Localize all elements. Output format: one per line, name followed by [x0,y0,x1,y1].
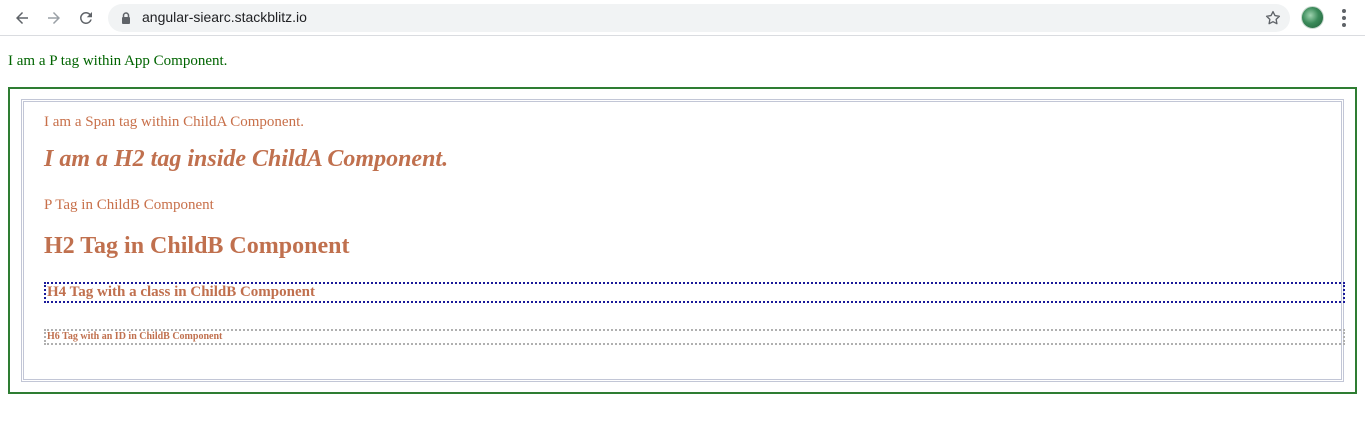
childa-heading: I am a H2 tag inside ChildA Component. [44,146,449,172]
address-bar[interactable]: angular-siearc.stackblitz.io [108,4,1290,32]
childa-span: I am a Span tag within ChildA Component. [44,114,304,130]
kebab-menu-icon[interactable] [1334,7,1354,29]
childb-h6-id: H6 Tag with an ID in ChildB Component [44,329,1345,345]
browser-toolbar: angular-siearc.stackblitz.io [0,0,1365,36]
childb-h4-class: H4 Tag with a class in ChildB Component [44,282,1345,303]
arrow-left-icon [16,12,28,24]
child-component-container: I am a Span tag within ChildA Component.… [21,99,1345,382]
back-button[interactable] [10,6,34,30]
app-component-container: I am a Span tag within ChildA Component.… [8,87,1357,394]
reload-icon [80,11,92,24]
lock-icon [122,12,130,24]
app-paragraph: I am a P tag within App Component. [8,53,228,69]
arrow-right-icon [48,12,60,24]
reload-button[interactable] [74,6,98,30]
star-icon[interactable] [1264,9,1282,27]
forward-button[interactable] [42,6,66,30]
avatar-icon[interactable] [1301,6,1324,29]
url-text: angular-siearc.stackblitz.io [142,9,307,25]
childb-paragraph: P Tag in ChildB Component [44,197,214,213]
childb-heading: H2 Tag in ChildB Component [44,233,350,259]
